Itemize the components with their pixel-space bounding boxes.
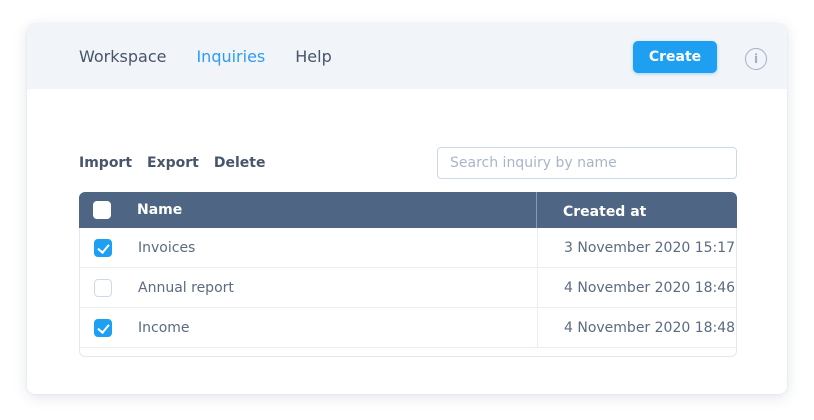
column-header-name: Name — [137, 202, 182, 218]
row-name-label: Invoices — [138, 240, 195, 256]
cell-created-at: 4 November 2020 18:46 — [538, 268, 736, 308]
delete-button[interactable]: Delete — [214, 155, 266, 171]
nav-item-inquiries[interactable]: Inquiries — [196, 47, 265, 66]
row-checkbox[interactable] — [94, 319, 112, 337]
page: Workspace Inquiries Help Create i Import… — [0, 0, 814, 420]
row-checkbox[interactable] — [94, 239, 112, 257]
column-header-created-at: Created at — [563, 204, 646, 220]
nav-item-help[interactable]: Help — [295, 47, 331, 66]
create-button[interactable]: Create — [633, 41, 717, 73]
cell-name: Income — [80, 308, 538, 348]
table-header-row: Name Created at — [79, 192, 737, 228]
row-created-at-label: 3 November 2020 15:17 — [564, 240, 735, 256]
nav-item-workspace[interactable]: Workspace — [79, 47, 166, 66]
table-row[interactable]: Annual report 4 November 2020 18:46 — [80, 268, 736, 308]
table-toolbar: Import Export Delete — [79, 147, 737, 179]
action-links: Import Export Delete — [79, 147, 266, 179]
table-body: Invoices 3 November 2020 15:17 Annual re… — [79, 228, 737, 357]
table-row[interactable]: Invoices 3 November 2020 15:17 — [80, 228, 736, 268]
cell-name: Annual report — [80, 268, 538, 308]
cell-created-at: 4 November 2020 18:48 — [538, 308, 736, 348]
select-all-checkbox[interactable] — [93, 201, 111, 219]
search-input[interactable] — [437, 147, 737, 179]
import-button[interactable]: Import — [79, 155, 132, 171]
inquiries-table: Name Created at Invoices 3 November 2020… — [79, 192, 737, 357]
row-checkbox[interactable] — [94, 279, 112, 297]
top-navbar: Workspace Inquiries Help Create i — [27, 24, 787, 89]
info-icon[interactable]: i — [745, 48, 767, 70]
header-cell-created-at: Created at — [537, 201, 737, 220]
row-name-label: Income — [138, 320, 190, 336]
table-row[interactable]: Income 4 November 2020 18:48 — [80, 308, 736, 348]
row-created-at-label: 4 November 2020 18:46 — [564, 280, 735, 296]
app-card: Workspace Inquiries Help Create i Import… — [27, 24, 787, 394]
header-cell-name: Name — [79, 192, 537, 228]
cell-created-at: 3 November 2020 15:17 — [538, 228, 736, 268]
row-name-label: Annual report — [138, 280, 234, 296]
row-created-at-label: 4 November 2020 18:48 — [564, 320, 735, 336]
export-button[interactable]: Export — [147, 155, 199, 171]
cell-name: Invoices — [80, 228, 538, 268]
